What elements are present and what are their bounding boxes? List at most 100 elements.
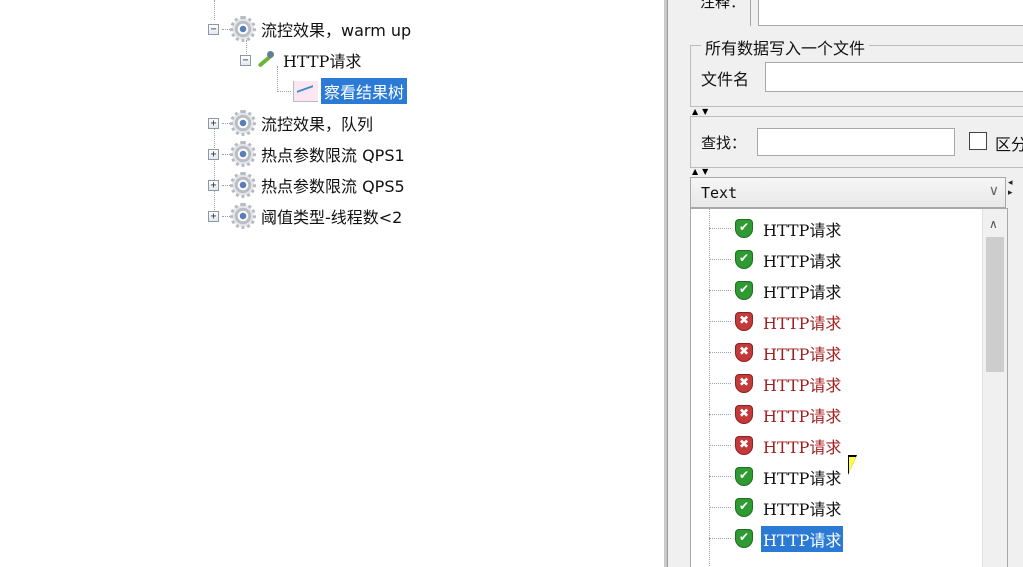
- gear-icon: [230, 16, 256, 42]
- filename-label: 文件名: [701, 70, 750, 89]
- tree-connector: [222, 28, 230, 30]
- search-label: 查找：: [701, 134, 747, 152]
- gear-icon: [230, 172, 256, 198]
- tree-connector: [709, 414, 731, 415]
- tree-node-label[interactable]: 热点参数限流 QPS5: [258, 172, 408, 198]
- expand-toggle-icon[interactable]: +: [208, 210, 219, 222]
- collapse-toggle-icon[interactable]: −: [208, 23, 219, 35]
- red-shield-cross-icon: ✖: [735, 436, 753, 455]
- red-shield-cross-icon: ✖: [735, 343, 753, 362]
- tree-node-thread-group[interactable]: − 流控效果，warm up: [208, 16, 414, 42]
- red-shield-cross-icon: ✖: [735, 405, 753, 424]
- tree-connector: [709, 228, 731, 229]
- green-shield-check-icon: ✔: [735, 281, 753, 300]
- group-title: 所有数据写入一个文件: [701, 35, 870, 59]
- expand-toggle-icon[interactable]: +: [208, 179, 219, 191]
- tree-node-thread-group[interactable]: + 热点参数限流 QPS1: [208, 141, 408, 167]
- tree-connector: [709, 383, 731, 384]
- chevron-down-icon[interactable]: ∨: [989, 183, 999, 199]
- result-item[interactable]: ✔ HTTP请求: [691, 492, 843, 523]
- result-item[interactable]: ✖ HTTP请求: [691, 368, 843, 399]
- expand-toggle-icon[interactable]: +: [208, 148, 219, 160]
- renderer-select[interactable]: Text ∨: [690, 177, 1006, 208]
- tree-connector: [709, 476, 731, 477]
- gear-icon: [230, 110, 256, 136]
- tree-connector: [222, 122, 230, 124]
- tree-node-label[interactable]: HTTP请求: [280, 47, 364, 73]
- gear-icon: [230, 141, 256, 167]
- result-item[interactable]: ✔ HTTP请求: [691, 213, 843, 244]
- result-label[interactable]: HTTP请求: [761, 495, 843, 521]
- red-shield-cross-icon: ✖: [735, 312, 753, 331]
- scroll-thumb[interactable]: [986, 237, 1004, 372]
- tree-connector: [222, 215, 230, 217]
- tree-connector: [709, 507, 731, 508]
- tree-connector: [277, 90, 291, 92]
- tree-node-thread-group[interactable]: + 阈值类型-线程数<2: [208, 203, 405, 229]
- tree-node-label-selected[interactable]: 察看结果树: [321, 78, 408, 104]
- result-item[interactable]: ✖ HTTP请求: [691, 306, 843, 337]
- result-label[interactable]: HTTP请求: [761, 247, 843, 273]
- view-results-tree-panel: 注释： 所有数据写入一个文件 文件名 ▲▼ 查找： 区分 ▲▼ Text ∨ ◂…: [667, 0, 1023, 567]
- search-bar: 查找： 区分: [690, 116, 1023, 168]
- green-shield-check-icon: ✔: [735, 498, 753, 517]
- result-item[interactable]: ✔ HTTP请求: [691, 523, 844, 554]
- tree-connector: [709, 321, 731, 322]
- green-shield-check-icon: ✔: [735, 467, 753, 486]
- result-label[interactable]: HTTP请求: [761, 278, 843, 304]
- filename-input[interactable]: [765, 62, 1023, 92]
- result-label[interactable]: HTTP请求: [761, 309, 843, 335]
- collapse-toggle-icon[interactable]: −: [240, 54, 251, 66]
- tree-node-label[interactable]: 热点参数限流 QPS1: [258, 141, 408, 167]
- result-item[interactable]: ✔ HTTP请求: [691, 244, 843, 275]
- result-label[interactable]: HTTP请求: [761, 340, 843, 366]
- tree-connector: [222, 184, 230, 186]
- result-item[interactable]: ✔ HTTP请求: [691, 461, 843, 492]
- result-label[interactable]: HTTP请求: [761, 371, 843, 397]
- graph-icon: [293, 80, 318, 102]
- side-splitter-arrows[interactable]: ◂ ▸: [1008, 178, 1013, 198]
- vertical-scrollbar[interactable]: ∧: [982, 209, 1007, 567]
- result-label-selected[interactable]: HTTP请求: [761, 525, 844, 552]
- tree-connector: [709, 290, 731, 291]
- tree-connector: [709, 259, 731, 260]
- expand-toggle-icon[interactable]: +: [208, 117, 219, 129]
- tree-connector: [709, 445, 731, 446]
- splitter-arrows[interactable]: ▲▼: [692, 168, 712, 176]
- tree-node-label[interactable]: 流控效果，warm up: [258, 16, 414, 42]
- result-label[interactable]: HTTP请求: [761, 402, 843, 428]
- search-input[interactable]: [757, 128, 955, 156]
- write-to-file-group: 所有数据写入一个文件 文件名: [690, 35, 1023, 107]
- tree-connector: [222, 153, 230, 155]
- red-shield-cross-icon: ✖: [735, 374, 753, 393]
- tree-node-sampler[interactable]: − HTTP请求: [240, 47, 364, 73]
- gear-icon: [230, 203, 256, 229]
- result-item[interactable]: ✖ HTTP请求: [691, 430, 843, 461]
- splitter-arrows[interactable]: ▲▼: [692, 108, 712, 116]
- green-shield-check-icon: ✔: [735, 529, 753, 548]
- results-tree: ✔ HTTP请求 ✔ HTTP请求 ✔ HTTP请求 ✖ HTTP请求 ✖ HTTP请求 ✖ HTTP…: [690, 208, 1008, 567]
- green-shield-check-icon: ✔: [735, 250, 753, 269]
- comment-input[interactable]: [758, 0, 1023, 26]
- renderer-selected-value: Text: [701, 184, 738, 202]
- green-shield-check-icon: ✔: [735, 219, 753, 238]
- result-label[interactable]: HTTP请求: [761, 433, 843, 459]
- tree-node-listener[interactable]: 察看结果树: [277, 78, 408, 104]
- comment-label-box: 注释：: [690, 0, 751, 26]
- result-item[interactable]: ✖ HTTP请求: [691, 337, 843, 368]
- comment-label: 注释：: [700, 0, 746, 11]
- tree-connector: [709, 538, 731, 539]
- result-item[interactable]: ✔ HTTP请求: [691, 275, 843, 306]
- tree-node-label[interactable]: 流控效果，队列: [258, 110, 376, 136]
- case-sensitive-checkbox[interactable]: [969, 132, 987, 150]
- scroll-up-icon[interactable]: ∧: [989, 217, 998, 231]
- tree-connector: [709, 352, 731, 353]
- tree-node-thread-group[interactable]: + 热点参数限流 QPS5: [208, 172, 408, 198]
- pipette-icon: [254, 49, 276, 71]
- result-item[interactable]: ✖ HTTP请求: [691, 399, 843, 430]
- tree-node-thread-group[interactable]: + 流控效果，队列: [208, 110, 376, 136]
- result-label[interactable]: HTTP请求: [761, 464, 843, 490]
- tree-node-label[interactable]: 阈值类型-线程数<2: [258, 203, 405, 229]
- test-plan-tree: − 流控效果，warm up − HTTP请求 察看结果树 + 流控效果，队列 …: [0, 0, 640, 567]
- result-label[interactable]: HTTP请求: [761, 216, 843, 242]
